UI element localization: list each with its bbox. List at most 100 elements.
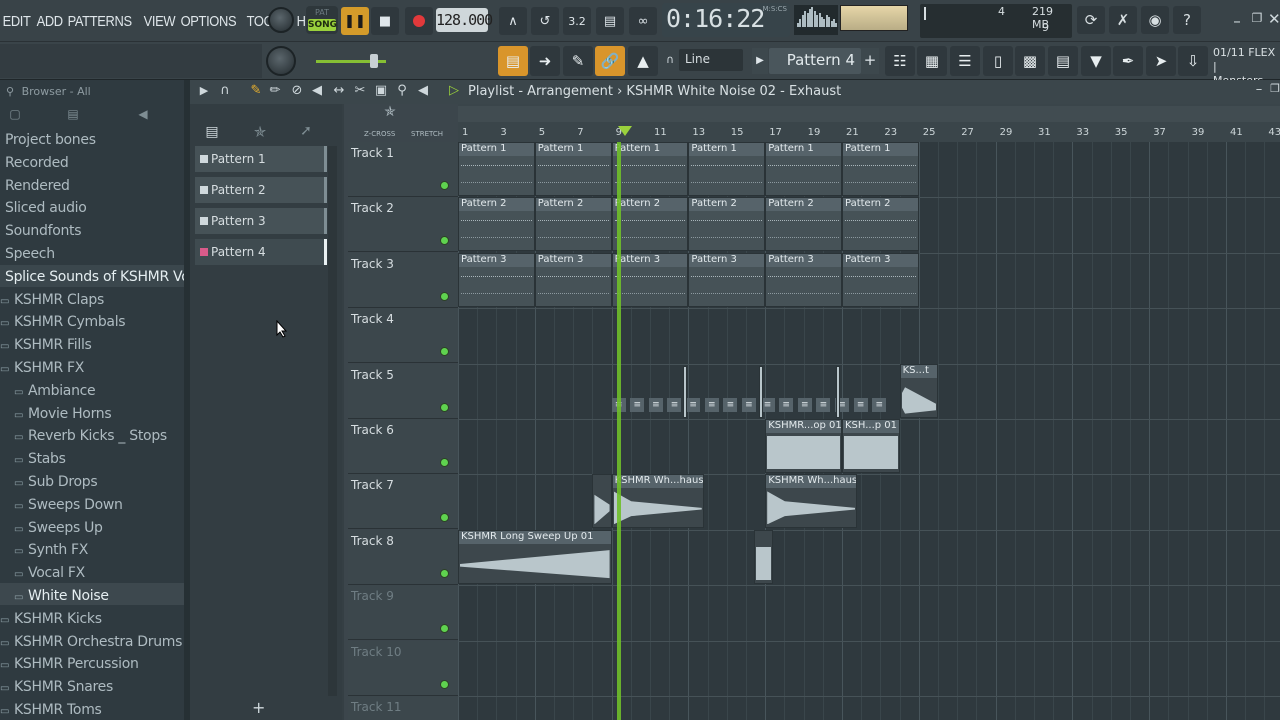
track-mute-led[interactable] [440,291,449,301]
mixer-button[interactable]: ▯ [983,46,1013,76]
arrangement-grid[interactable]: Pattern 1 Pattern 1 Pattern 1 Pattern 1 Patt… [458,142,1280,720]
menu-add[interactable]: ADD [34,13,65,30]
zoom-tool-icon[interactable]: ⚲ [395,83,409,98]
browser-item[interactable]: ▭ Sub Drops [14,474,98,490]
track-mute-led[interactable] [440,347,449,357]
slip-tool-icon[interactable]: ↔ [332,83,346,98]
project-info-button[interactable]: ▤ [1048,46,1078,76]
track-mute-led[interactable] [440,236,449,246]
master-volume-knob[interactable] [268,7,294,33]
pattern-item[interactable]: Pattern 2 [195,177,327,203]
playlist-menu-arrow-icon[interactable]: ▶ [198,84,210,97]
pattern4-clip[interactable]: ≡ [723,398,738,412]
pattern4-clip[interactable]: ≡ [704,398,719,412]
pattern-clip[interactable]: Pattern 2 [765,197,842,252]
browser-folder-icon[interactable]: ▢ [8,107,22,121]
pencil-tool-button[interactable]: ✎ [563,46,593,76]
browser-item[interactable]: ▭ KSHMR Snares [0,679,113,695]
pause-button[interactable]: ❚❚ [341,7,369,35]
pattern-clip[interactable]: Pattern 3 [611,252,689,307]
pattern-scrollbar[interactable] [328,146,337,696]
timeline[interactable]: 1 3 5 7 9 11 13 15 17 19 21 23 25 27 29 31 33 35 37 39 41 43 [458,104,1280,142]
playlist-restore-icon[interactable]: ❐ [1270,82,1280,95]
pattern4-clip[interactable]: ≡ [648,398,663,412]
slice-tool-icon[interactable]: ✂ [353,83,367,98]
browser-item[interactable]: ▭ KSHMR Toms [0,702,102,718]
playlist-minimize-icon[interactable]: – [1252,82,1266,97]
browser-item[interactable]: ▭ Movie Horns [14,406,112,422]
track-header[interactable]: Track 7 [348,474,458,530]
browser-item[interactable]: Sliced audio [5,200,87,216]
delete-tool-icon[interactable]: ⊘ [290,83,304,98]
browser-item[interactable]: ▭ Synth FX [14,542,88,558]
playback-tool-icon[interactable]: ◀ [416,83,430,98]
countdown-button[interactable]: 3.2 [563,7,591,35]
loop-record-button[interactable]: ∞ [629,7,657,35]
draw-tool-icon[interactable]: ✎ [248,83,264,98]
pattern-clip[interactable]: Pattern 1 [534,142,612,196]
browser-file-icon[interactable]: ▤ [66,107,80,121]
browser-item[interactable]: ▭ White Noise [14,588,109,604]
pattern-clip[interactable]: Pattern 3 [458,252,535,307]
audio-clip[interactable] [753,529,773,584]
master-volume-slider[interactable] [316,54,386,68]
paint-tool-icon[interactable]: ✏ [268,83,282,98]
menu-view[interactable]: VIEW [141,13,178,30]
master-pitch-knob[interactable] [266,46,296,76]
audio-clip[interactable] [592,474,612,529]
pattern4-clip[interactable]: ≡ [816,398,831,412]
picker-pattern-icon[interactable]: ▤ [204,124,220,140]
browser-item[interactable]: ▭ KSHMR Percussion [0,656,139,672]
step-edit-button[interactable]: ▤ [596,7,624,35]
mute-tool-icon[interactable]: ◀ [310,83,324,98]
audio-clip[interactable]: KSHMR Wh...haust [765,474,858,529]
pattern-clip[interactable]: Pattern 2 [534,197,612,252]
bar-ruler[interactable]: 1 3 5 7 9 11 13 15 17 19 21 23 25 27 29 31 33 35 37 39 41 43 [458,124,1280,142]
audio-hit-clip[interactable] [836,365,841,418]
playlist-button[interactable]: ☷ [885,46,915,76]
minimize-icon[interactable]: – [1230,12,1244,30]
slider-handle[interactable] [370,54,378,68]
pattern-clip[interactable]: Pattern 3 [534,252,612,307]
track-header[interactable]: Track 2 [348,197,458,253]
arrow-tool-button[interactable]: ➜ [530,46,560,76]
browser-item[interactable]: ▭ Ambiance [14,383,96,399]
close-icon[interactable]: ✕ [1268,10,1280,28]
pattern4-clip[interactable]: ≡ [779,398,794,412]
track-header[interactable]: Track 10 [348,640,458,696]
pattern-clip[interactable]: Pattern 1 [458,142,535,196]
browser-item[interactable]: ▭ Sweeps Up [14,520,103,536]
browser-item[interactable]: ▭ Sweeps Down [14,497,123,513]
snap-selector[interactable]: Line [679,49,743,71]
mouse-button[interactable]: ➤ [1146,46,1176,76]
time-display[interactable]: 0:16:22 M:S:CS [662,3,790,37]
playhead-marker[interactable] [618,126,632,136]
browser-item[interactable]: Recorded [5,155,69,171]
refresh-button[interactable]: ⟳ [1077,6,1105,34]
browser-item[interactable]: ▭ KSHMR FX [0,360,84,376]
record-button[interactable] [405,7,433,35]
browser-speaker-icon[interactable]: ◀ [136,107,150,121]
pat-song-toggle[interactable]: PAT SONG [306,6,338,34]
browser-item[interactable]: Rendered [5,178,70,194]
track-header[interactable]: Track 9 [348,585,458,641]
wait-input-button[interactable]: ↺ [531,7,559,35]
menu-edit[interactable]: EDIT [0,13,33,30]
pattern-clip[interactable]: Pattern 1 [688,142,766,196]
track-mute-led[interactable] [440,513,449,523]
add-clip-button[interactable]: + [252,698,265,717]
pattern-item-selected[interactable]: Pattern 4 [195,239,327,265]
pattern-clip[interactable]: Pattern 2 [611,197,689,252]
browser-item[interactable]: Project bones [5,132,96,148]
timeline-scroll[interactable] [458,106,1280,122]
link-button[interactable]: 🔗 [595,46,625,76]
menu-options[interactable]: OPTIONS [178,13,239,30]
browser-item[interactable]: ▭ KSHMR Kicks [0,611,102,627]
pattern4-clip[interactable]: ≡ [630,398,645,412]
select-tool-icon[interactable]: ▣ [374,83,388,98]
pattern-prev-button[interactable]: ▶ [752,48,768,74]
audio-clip[interactable]: KS...t [899,363,938,418]
track-mute-led[interactable] [440,458,449,467]
pattern-clip[interactable]: Pattern 3 [842,252,919,307]
pattern-selector[interactable]: Pattern 4 [769,48,861,74]
